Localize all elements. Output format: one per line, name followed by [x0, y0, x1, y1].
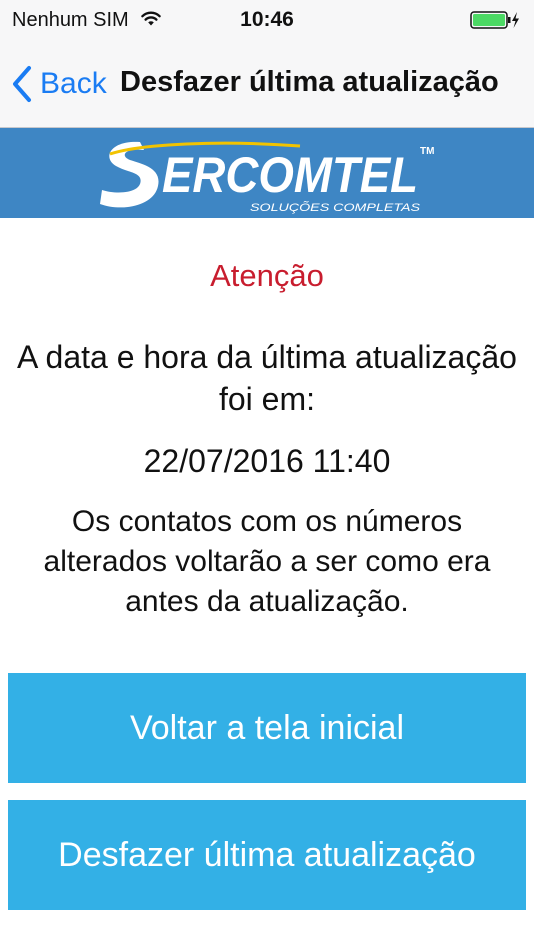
attention-title: Atenção: [210, 258, 324, 293]
last-update-label: A data e hora da última atualização foi …: [17, 339, 517, 417]
status-time: 10:46: [240, 8, 294, 31]
back-button[interactable]: Back: [10, 62, 107, 106]
info-message: Os contatos com os números alterados vol…: [43, 505, 491, 618]
svg-text:TM: TM: [420, 146, 434, 157]
sercomtel-logo: ERCOMTEL TM SOLUÇÕES COMPLETAS: [100, 141, 434, 214]
undo-last-update-button[interactable]: Desfazer última atualização: [8, 800, 526, 910]
page-title: Desfazer última atualização: [120, 66, 499, 98]
chevron-left-icon: [13, 66, 31, 102]
svg-text:ERCOMTEL: ERCOMTEL: [162, 147, 418, 203]
last-update-date: 22/07/2016 11:40: [143, 443, 391, 479]
svg-text:SOLUÇÕES COMPLETAS: SOLUÇÕES COMPLETAS: [250, 201, 421, 214]
battery-charging-icon: [470, 11, 519, 29]
status-bar: Nenhum SIM 10:46: [0, 0, 534, 40]
brand-banner: ERCOMTEL TM SOLUÇÕES COMPLETAS: [0, 128, 534, 218]
navigation-bar: Back Desfazer última atualização: [0, 40, 534, 128]
back-label: Back: [40, 67, 107, 100]
back-to-home-button[interactable]: Voltar a tela inicial: [8, 673, 526, 783]
